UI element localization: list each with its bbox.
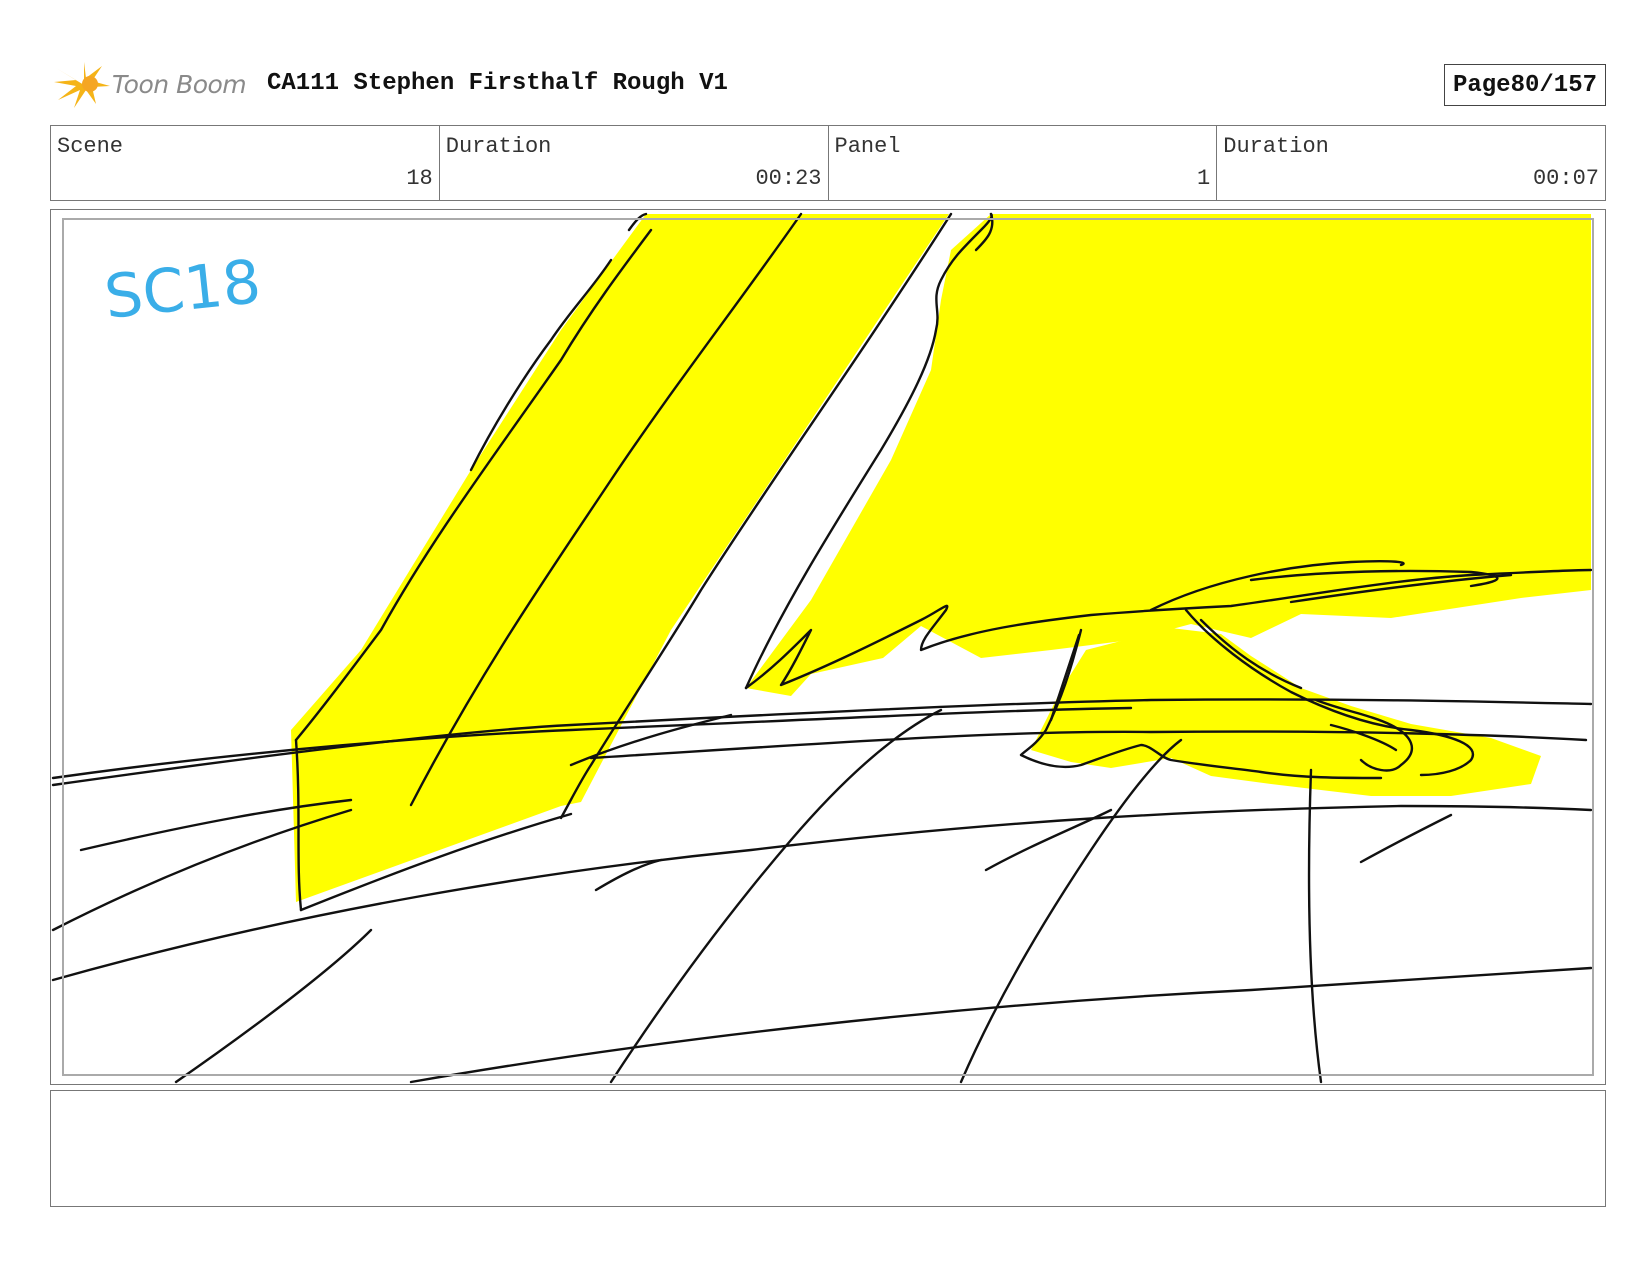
storyboard-panel: SC18 [50, 209, 1606, 1085]
page-indicator: Page 80/157 [1443, 64, 1606, 106]
page-header: Toon Boom CA111 Stephen Firsthalf Rough … [50, 58, 1606, 110]
page-number: 80/157 [1510, 71, 1597, 99]
toon-boom-logo: Toon Boom [54, 60, 249, 110]
scene-cell: Scene 18 [51, 126, 440, 200]
scene-label: Scene [57, 134, 124, 159]
scene-value: 18 [406, 166, 433, 191]
document-title: CA111 Stephen Firsthalf Rough V1 [267, 70, 728, 97]
scene-duration-value: 00:23 [755, 166, 822, 191]
page-label: Page [1452, 71, 1511, 99]
panel-duration-cell: Duration 00:07 [1217, 126, 1605, 200]
logo-text: Toon Boom [112, 70, 247, 99]
panel-duration-label: Duration [1223, 134, 1329, 159]
starburst-logo-icon [54, 62, 110, 108]
scene-info-table: Scene 18 Duration 00:23 Panel 1 Duration… [50, 125, 1606, 201]
panel-cell: Panel 1 [829, 126, 1218, 200]
panel-label: Panel [834, 134, 901, 159]
scene-duration-label: Duration [445, 134, 552, 159]
panel-notes-area [50, 1090, 1606, 1207]
panel-duration-value: 00:07 [1532, 166, 1599, 191]
panel-value: 1 [1197, 166, 1211, 191]
scene-duration-cell: Duration 00:23 [440, 126, 829, 200]
panel-safe-frame [62, 218, 1594, 1076]
